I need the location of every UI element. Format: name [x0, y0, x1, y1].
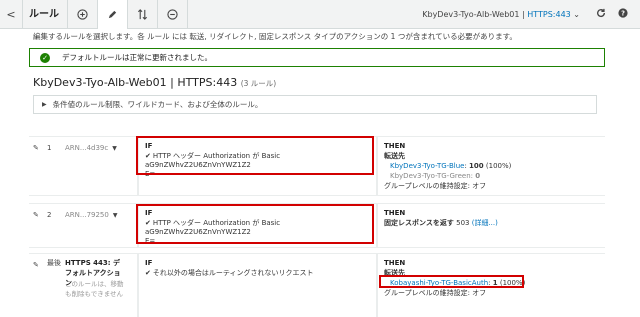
status-code: 503	[456, 219, 470, 227]
rule-condition: ✔ HTTP ヘッダー Authorization が Basic aG9nZWh…	[145, 152, 371, 179]
target-group-link[interactable]: Kobayashi-Tyo-TG-BasicAuth	[390, 279, 488, 287]
rule-limits-expander[interactable]: ▶ 条件値のルール制限、ワイルドカード、および全体のルール。	[33, 95, 597, 114]
rules-toolbar: < ルール KbyDev3-Tyo-Alb-Web01 | HTTPS:443 …	[0, 0, 640, 29]
rule-number: 1	[47, 144, 52, 152]
action-type: 転送先	[384, 269, 405, 277]
success-message: デフォルトルールは正常に更新されました。	[62, 53, 212, 62]
rule-conditions: IF ✔ それ以外の場合はルーティングされないリクエスト	[137, 254, 371, 317]
back-icon[interactable]: <	[0, 8, 22, 21]
page-title: ルール	[22, 0, 68, 29]
help-icon[interactable]: ?	[618, 7, 628, 21]
rule-row: ✎ 2 ARN...79250 ▼ IF ✔ HTTP ヘッダー Authoriza…	[29, 203, 605, 248]
load-balancer-name: KbyDev3-Tyo-Alb-Web01	[422, 9, 520, 19]
if-label: IF	[145, 259, 153, 267]
rule-condition: ✔ HTTP ヘッダー Authorization が Basic aG9nZWh…	[145, 219, 371, 246]
rule-limits-text: 条件値のルール制限、ワイルドカード、および全体のルール。	[52, 100, 263, 109]
rule-actions: THEN 固定レスポンスを返す 503 (詳細...)	[376, 204, 605, 247]
check-icon: ✔	[145, 269, 151, 277]
default-rule-note: このルールは、移動も削除もできません	[65, 280, 124, 298]
action-type: 転送先	[384, 152, 405, 160]
check-icon: ✔	[145, 152, 151, 160]
target-group-entry: KbyDev3-Tyo-TG-Green: 0	[384, 171, 605, 181]
rule-actions: THEN 転送先 Kobayashi-Tyo-TG-BasicAuth: 1 (…	[376, 254, 605, 317]
rule-actions: THEN 転送先 KbyDev3-Tyo-TG-Blue: 100 (100%)…	[376, 137, 605, 195]
edit-rules-icon[interactable]	[98, 0, 128, 29]
caret-down-icon: ▼	[112, 145, 117, 152]
listener-title: KbyDev3-Tyo-Alb-Web01 | HTTPS:443	[33, 76, 238, 89]
if-label: IF	[145, 209, 153, 217]
rule-conditions: IF ✔ HTTP ヘッダー Authorization が Basic aG9n…	[137, 204, 371, 247]
default-rule-row: ✎ 最後 HTTPS 443: デフォルトアクション このルールは、移動も削除も…	[29, 253, 605, 317]
action-type: 固定レスポンスを返す	[384, 219, 454, 227]
refresh-icon[interactable]	[596, 8, 606, 21]
rule-conditions: IF ✔ HTTP ヘッダー Authorization が Basic aG9n…	[137, 137, 371, 195]
target-group-entry: Kobayashi-Tyo-TG-BasicAuth: 1 (100%)	[384, 278, 605, 288]
rule-row: ✎ 1 ARN...4d39c ▼ IF ✔ HTTP ヘッダー Authoriza…	[29, 136, 605, 196]
stickiness-setting: グループレベルの維持設定: オフ	[384, 182, 487, 190]
chevron-down-icon: ⌄	[573, 9, 580, 19]
add-rule-icon[interactable]	[68, 0, 98, 29]
check-circle-icon: ✓	[40, 52, 50, 63]
success-alert: ✓ デフォルトルールは正常に更新されました。	[29, 48, 605, 67]
check-icon: ✔	[145, 219, 151, 227]
condition-text: それ以外の場合はルーティングされないリクエスト	[152, 269, 314, 277]
rules-description: 編集するルールを選択します。各 ルール には 転送, リダイレクト, 固定レスポ…	[33, 32, 517, 41]
if-label: IF	[145, 142, 153, 150]
reorder-rules-icon[interactable]	[128, 0, 158, 29]
details-link[interactable]: (詳細...)	[472, 219, 498, 227]
pencil-icon[interactable]: ✎	[33, 261, 39, 269]
rule-position-label: 最後	[47, 259, 61, 267]
rule-arn-dropdown[interactable]: ARN...4d39c ▼	[65, 144, 117, 152]
listener-selector[interactable]: KbyDev3-Tyo-Alb-Web01 | HTTPS:443 ⌄	[422, 10, 580, 19]
rule-arn-dropdown[interactable]: ARN...79250 ▼	[65, 211, 117, 219]
rule-arn: ARN...79250	[65, 211, 109, 219]
then-label: THEN	[384, 209, 406, 217]
listener-port: HTTPS:443	[527, 9, 571, 19]
rule-count: (3 ルール)	[240, 79, 277, 88]
target-group-entry: KbyDev3-Tyo-TG-Blue: 100 (100%)	[384, 161, 605, 171]
condition-text: HTTP ヘッダー Authorization が Basic aG9nZWhv…	[145, 152, 281, 169]
target-weight: 0	[475, 172, 481, 180]
pencil-icon[interactable]: ✎	[33, 144, 39, 152]
delete-rules-icon[interactable]	[158, 0, 188, 29]
target-weight: 100	[469, 162, 484, 170]
pencil-icon[interactable]: ✎	[33, 211, 39, 219]
caret-right-icon: ▶	[42, 101, 47, 108]
then-label: THEN	[384, 142, 406, 150]
stickiness-setting: グループレベルの維持設定: オフ	[384, 289, 487, 297]
fixed-response-action: 固定レスポンスを返す 503 (詳細...)	[384, 218, 605, 228]
rule-number: 2	[47, 211, 52, 219]
rule-arn: ARN...4d39c	[65, 144, 109, 152]
target-group-link[interactable]: KbyDev3-Tyo-TG-Blue	[390, 162, 464, 170]
rule-condition: ✔ それ以外の場合はルーティングされないリクエスト	[145, 269, 371, 278]
listener-heading: KbyDev3-Tyo-Alb-Web01 | HTTPS:443 (3 ルール…	[33, 76, 276, 89]
target-weight: 1	[492, 279, 498, 287]
svg-text:?: ?	[621, 9, 625, 17]
condition-text-continued: E=	[145, 170, 156, 178]
target-percentage: (100%)	[485, 162, 512, 170]
target-group-link[interactable]: KbyDev3-Tyo-TG-Green	[390, 172, 471, 180]
then-label: THEN	[384, 259, 406, 267]
target-percentage: (100%)	[499, 279, 526, 287]
caret-down-icon: ▼	[112, 212, 118, 219]
condition-text-continued: E=	[145, 237, 156, 245]
condition-text: HTTP ヘッダー Authorization が Basic aG9nZWhv…	[145, 219, 281, 236]
